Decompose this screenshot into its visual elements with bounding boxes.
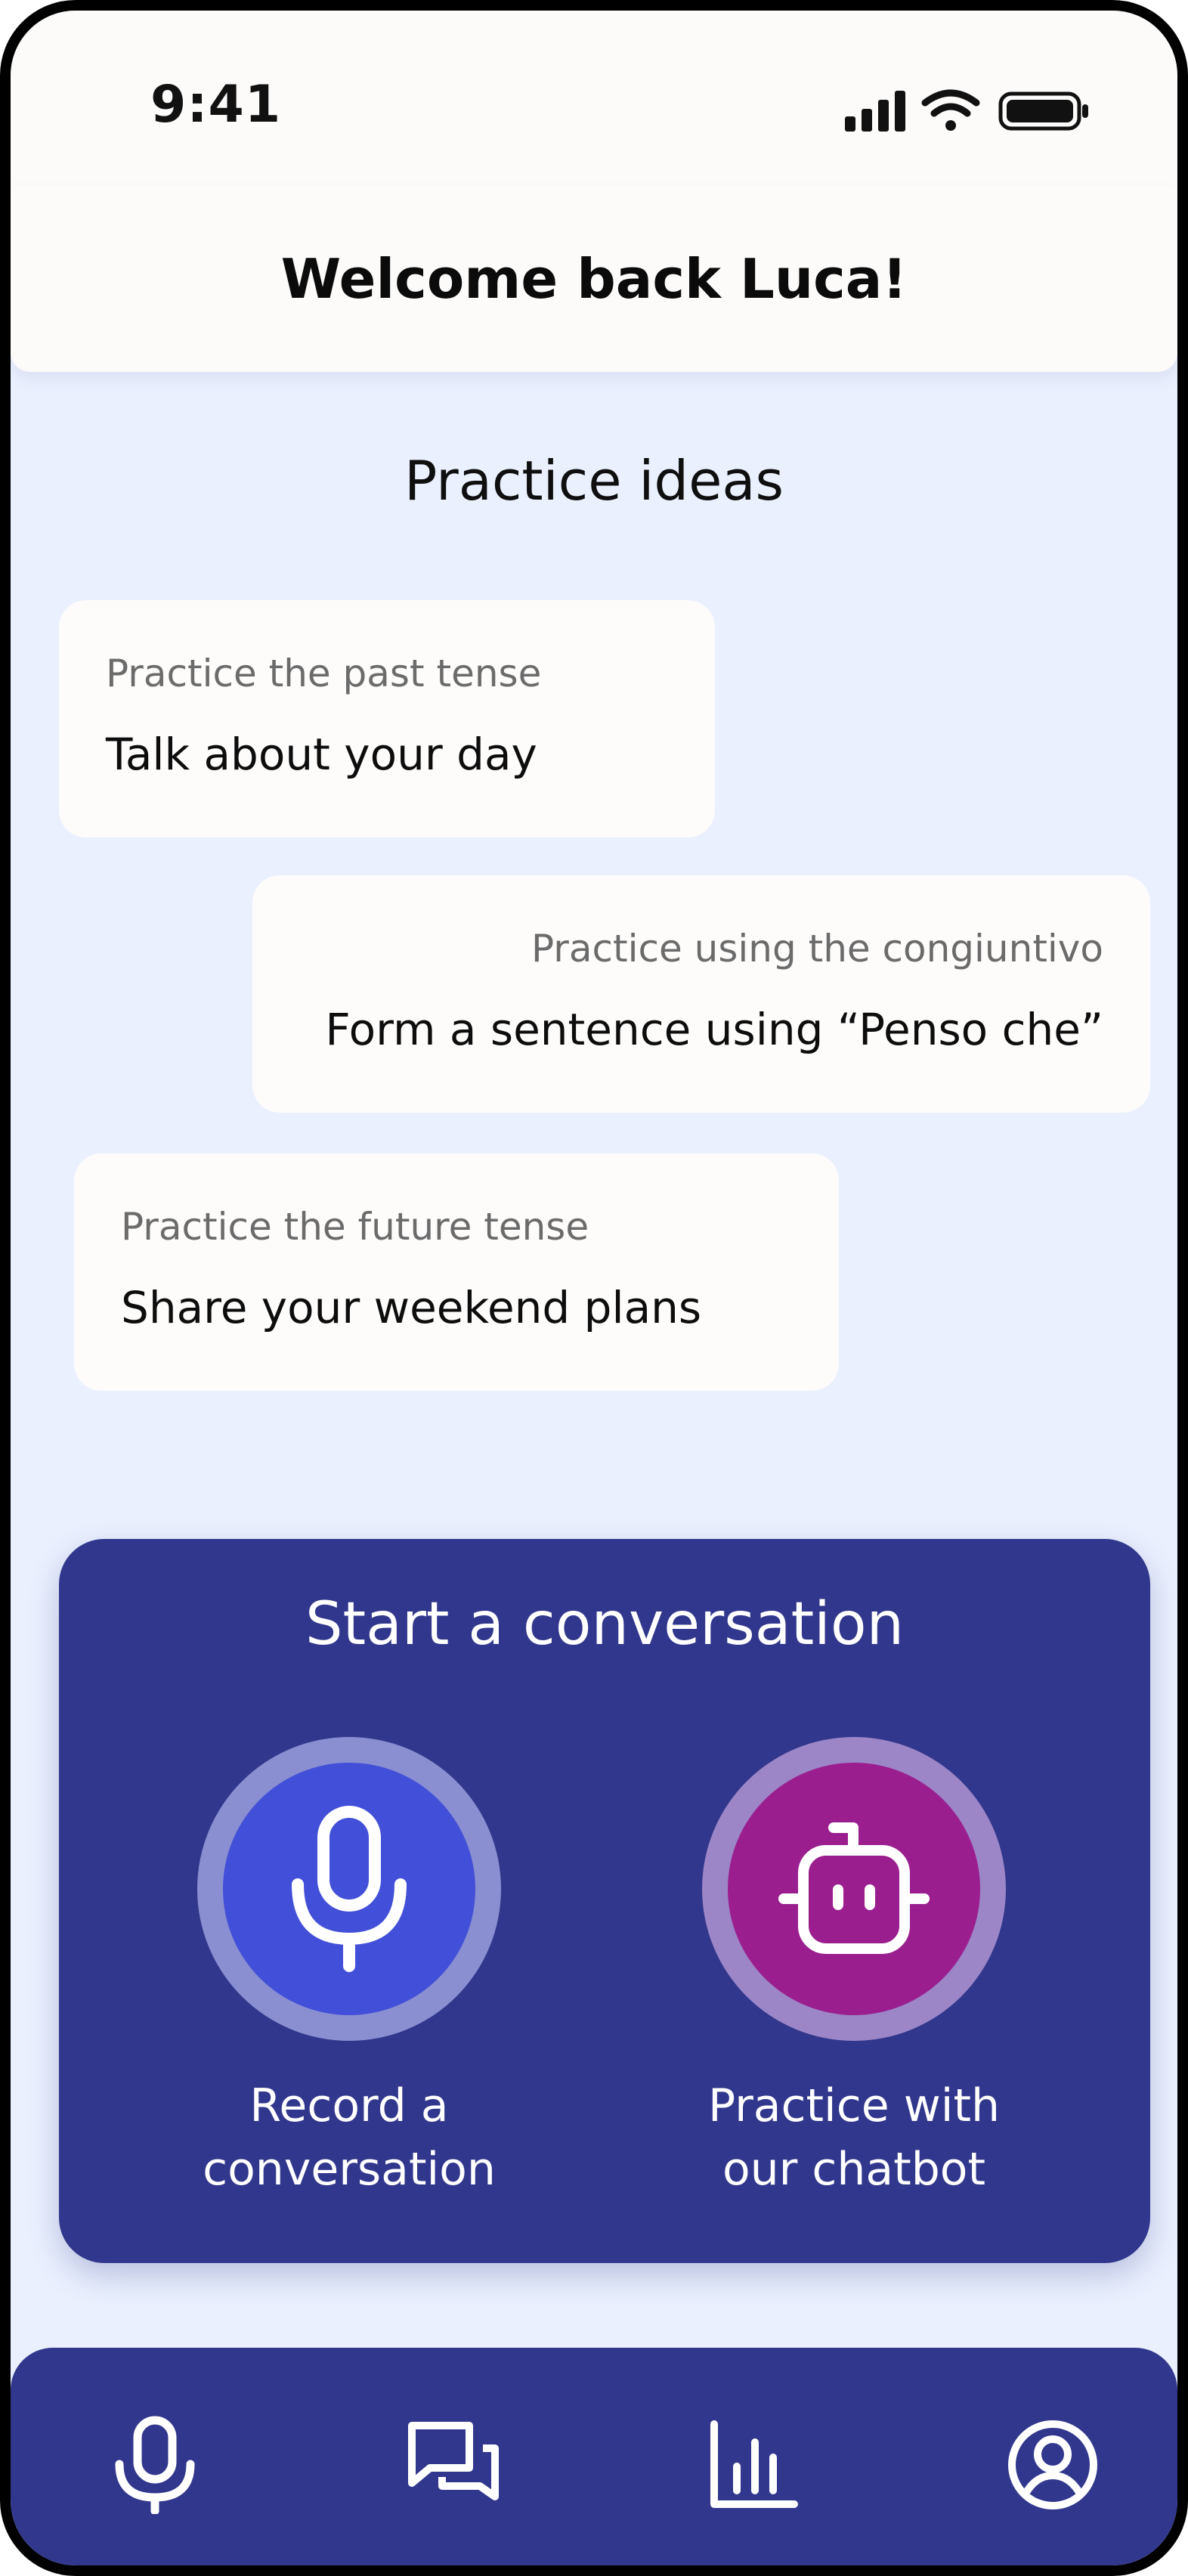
practice-card-prompt: Form a sentence using “Penso che” bbox=[325, 1004, 1103, 1055]
record-label-line-1: Record a bbox=[249, 2079, 449, 2132]
status-time: 9:41 bbox=[150, 75, 282, 135]
phone-frame: 9:41 Welcome back Luca! Practice ideas P… bbox=[0, 0, 1188, 2576]
record-button-ring[interactable] bbox=[197, 1737, 501, 2041]
welcome-title: Welcome back Luca! bbox=[280, 247, 908, 311]
bar-chart-icon bbox=[710, 2420, 798, 2508]
nav-item-progress[interactable] bbox=[697, 2408, 810, 2522]
chat-bubbles-icon bbox=[408, 2422, 499, 2500]
practice-card-prompt: Share your weekend plans bbox=[121, 1282, 702, 1333]
practice-card-prompt: Talk about your day bbox=[106, 729, 537, 780]
record-conversation-button[interactable]: Record a conversation bbox=[138, 1737, 561, 2201]
chatbot-practice-button[interactable]: Practice with our chatbot bbox=[642, 1737, 1066, 2201]
chatbot-label-line-1: Practice with bbox=[707, 2079, 1000, 2132]
nav-item-record[interactable] bbox=[98, 2408, 212, 2522]
chatbot-label-line-2: our chatbot bbox=[722, 2143, 986, 2196]
cellular-signal-icon bbox=[845, 91, 905, 132]
practice-card-past-tense[interactable]: Practice the past tense Talk about your … bbox=[59, 600, 715, 838]
practice-card-subtitle: Practice using the congiuntivo bbox=[531, 927, 1103, 971]
microphone-icon bbox=[292, 1806, 407, 1972]
nav-item-profile[interactable] bbox=[996, 2408, 1109, 2522]
practice-card-future-tense[interactable]: Practice the future tense Share your wee… bbox=[74, 1153, 839, 1391]
robot-icon bbox=[778, 1822, 930, 1954]
profile-icon bbox=[1008, 2420, 1097, 2509]
record-label-line-2: conversation bbox=[203, 2143, 496, 2196]
practice-card-congiuntivo[interactable]: Practice using the congiuntivo Form a se… bbox=[252, 875, 1150, 1113]
wifi-icon bbox=[921, 89, 980, 131]
start-conversation-title: Start a conversation bbox=[305, 1590, 905, 1658]
practice-card-subtitle: Practice the future tense bbox=[121, 1205, 589, 1249]
chatbot-button-ring[interactable] bbox=[702, 1737, 1006, 2041]
start-conversation-panel: Start a conversation Record a conversati… bbox=[59, 1539, 1150, 2263]
microphone-icon bbox=[115, 2416, 195, 2514]
status-icons bbox=[845, 88, 1094, 133]
app-header: Welcome back Luca! bbox=[11, 186, 1177, 372]
record-button-circle[interactable] bbox=[223, 1763, 475, 2015]
practice-ideas-title: Practice ideas bbox=[404, 449, 784, 512]
record-conversation-label: Record a conversation bbox=[138, 2074, 561, 2201]
nav-item-conversations[interactable] bbox=[397, 2408, 510, 2522]
status-bar: 9:41 bbox=[11, 11, 1177, 186]
battery-icon bbox=[998, 91, 1088, 131]
practice-card-subtitle: Practice the past tense bbox=[106, 652, 542, 695]
chatbot-practice-label: Practice with our chatbot bbox=[642, 2074, 1066, 2201]
bottom-navigation bbox=[11, 2348, 1177, 2565]
chatbot-button-circle[interactable] bbox=[728, 1763, 980, 2015]
